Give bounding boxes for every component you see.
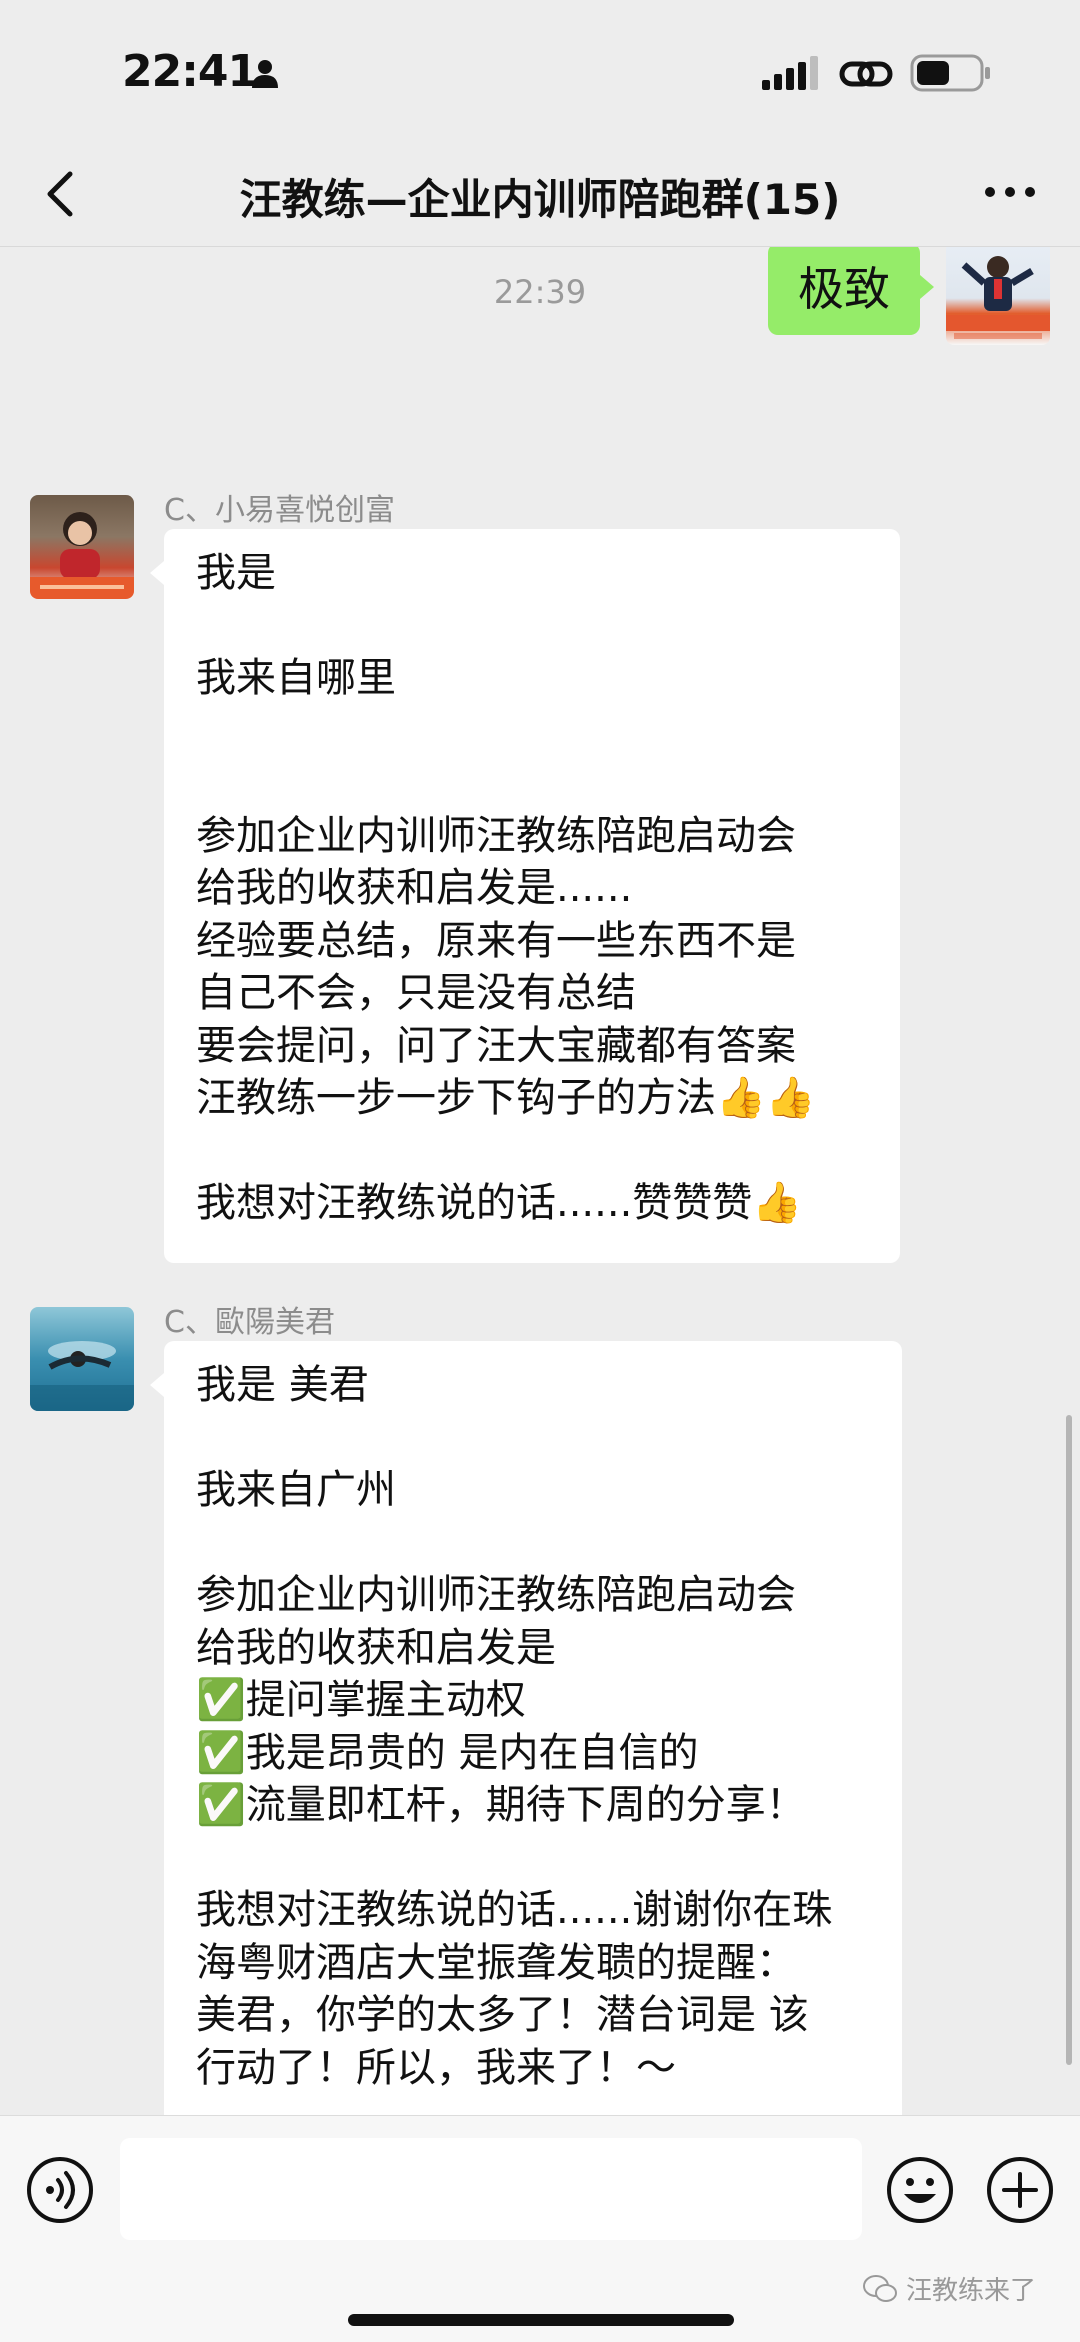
emoji-icon[interactable] bbox=[886, 2156, 954, 2224]
status-time: 22:41 bbox=[122, 46, 258, 97]
sender-name: C、歐陽美君 bbox=[164, 1305, 335, 1340]
sender-avatar[interactable] bbox=[30, 495, 134, 599]
status-bar: 22:41 bbox=[0, 0, 1080, 140]
message-input-bar: 汪教练来了 bbox=[0, 2115, 1080, 2342]
signal-icon bbox=[762, 56, 818, 90]
message-bubble[interactable]: 我是 美君 我来自广州 参加企业内训师汪教练陪跑启动会 给我的收获和启发是 ✅提… bbox=[150, 1341, 902, 2115]
personal-hotspot-icon bbox=[839, 61, 893, 87]
home-indicator bbox=[348, 2314, 734, 2326]
plus-icon[interactable] bbox=[986, 2156, 1054, 2224]
wechat-icon bbox=[863, 2274, 897, 2302]
message-bubble[interactable]: 我是 我来自哪里 参加企业内训师汪教练陪跑启动会 给我的收获和启发是......… bbox=[150, 529, 900, 1263]
message-list[interactable]: 极致 22:39 C、小易喜悦创富 我是 我来自哪里 参加企业内训师汪教练陪跑启… bbox=[0, 247, 1080, 2115]
message-timestamp: 22:39 bbox=[493, 273, 587, 311]
voice-icon[interactable] bbox=[26, 2156, 94, 2224]
battery-icon bbox=[910, 54, 990, 92]
sender-name: C、小易喜悦创富 bbox=[164, 493, 395, 528]
person-icon bbox=[252, 60, 278, 88]
more-icon[interactable] bbox=[978, 170, 1042, 214]
sender-avatar[interactable] bbox=[30, 1307, 134, 1411]
message-input[interactable] bbox=[120, 2138, 862, 2240]
sender-avatar-image bbox=[30, 1341, 134, 1411]
watermark: 汪教练来了 bbox=[862, 2270, 1036, 2307]
chat-title: 汪教练—企业内训师陪跑群(15) bbox=[239, 175, 841, 224]
watermark-text: 汪教练来了 bbox=[906, 2276, 1037, 2306]
scrollbar[interactable] bbox=[1066, 1415, 1072, 2065]
sender-avatar-image bbox=[30, 512, 134, 599]
chat-header: 汪教练—企业内训师陪跑群(15) bbox=[0, 140, 1080, 247]
